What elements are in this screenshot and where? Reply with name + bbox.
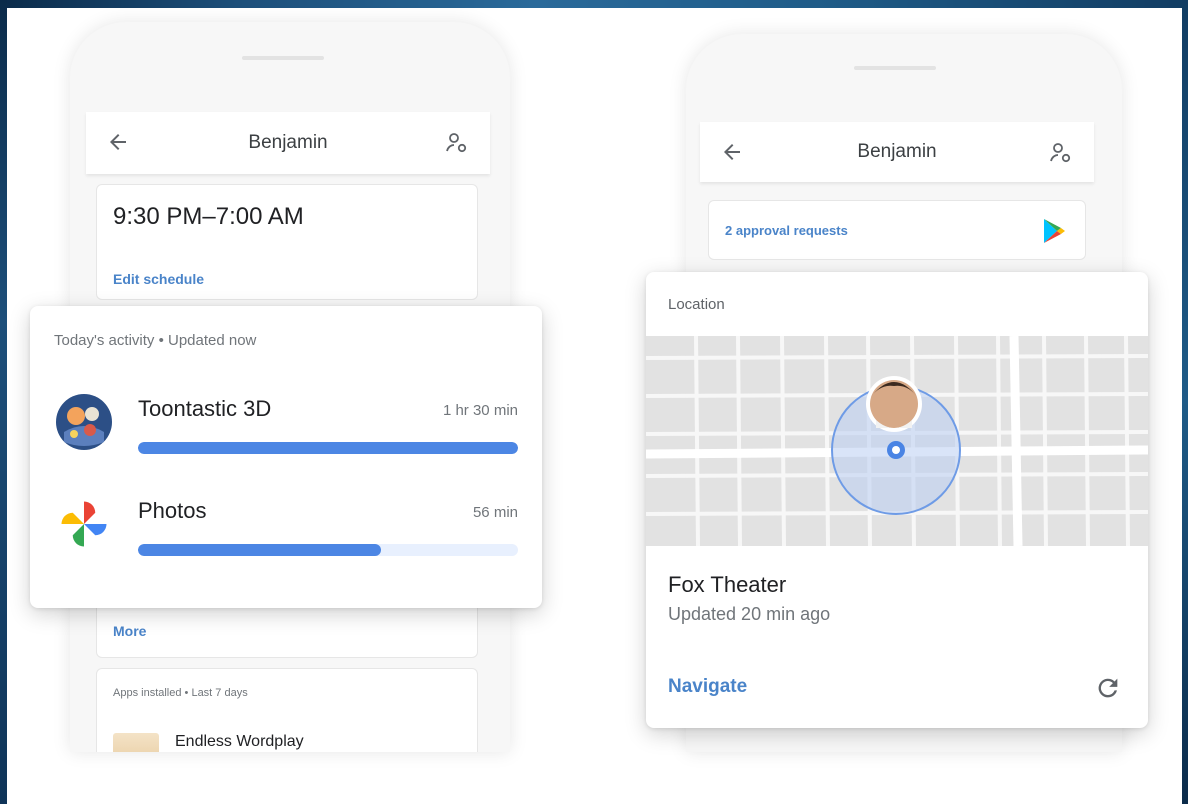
app-name: Photos	[138, 498, 207, 523]
app-name: Toontastic 3D	[138, 396, 272, 421]
location-map[interactable]	[646, 336, 1148, 546]
location-card: Location Fox Theater Updated 20 min ago …	[646, 272, 1148, 728]
list-item[interactable]: Toontastic 3D 1 hr 30 min	[30, 388, 542, 488]
phone-speaker	[242, 56, 324, 60]
frame-top-border	[0, 0, 1188, 8]
person-settings-icon[interactable]	[444, 130, 470, 156]
frame-left-border	[0, 0, 7, 804]
usage-bar	[138, 442, 518, 454]
refresh-icon[interactable]	[1094, 674, 1122, 702]
place-name: Fox Theater	[668, 572, 787, 597]
apps-installed-card: Apps installed • Last 7 days Endless Wor…	[96, 668, 478, 752]
schedule-time: 9:30 PM–7:00 AM	[113, 203, 304, 230]
frame-right-border	[1182, 0, 1188, 804]
phone-speaker	[854, 66, 936, 70]
schedule-card: 9:30 PM–7:00 AM Edit schedule	[96, 184, 478, 300]
approval-requests-text: 2 approval requests	[725, 223, 848, 238]
toontastic-app-icon	[56, 394, 112, 450]
app-duration: 56 min	[472, 504, 518, 521]
app-bar: Benjamin	[700, 122, 1094, 182]
usage-bar-fill	[138, 544, 382, 556]
place-updated: Updated 20 min ago	[668, 604, 831, 624]
google-play-icon	[1044, 219, 1065, 243]
usage-bar	[138, 544, 518, 556]
apps-installed-caption: Apps installed • Last 7 days	[113, 687, 248, 699]
edit-schedule-link[interactable]: Edit schedule	[113, 271, 204, 287]
app-bar: Benjamin	[86, 112, 490, 174]
activity-header: Today's activity • Updated now	[54, 332, 257, 349]
endless-wordplay-thumb	[113, 733, 159, 752]
approval-requests-card[interactable]: 2 approval requests	[708, 200, 1086, 260]
google-photos-icon	[61, 501, 107, 547]
page-title: Benjamin	[857, 141, 937, 162]
app-duration: 1 hr 30 min	[442, 402, 518, 419]
location-header: Location	[668, 296, 725, 313]
navigate-button[interactable]: Navigate	[668, 676, 747, 698]
list-item[interactable]: Photos 56 min	[30, 490, 542, 590]
usage-bar-fill	[138, 442, 518, 454]
installed-app-name[interactable]: Endless Wordplay	[175, 733, 304, 751]
more-link[interactable]: More	[113, 623, 146, 639]
todays-activity-card: Today's activity • Updated now Toontasti…	[30, 306, 542, 608]
page-title: Benjamin	[248, 132, 328, 153]
person-settings-icon[interactable]	[1048, 140, 1074, 166]
